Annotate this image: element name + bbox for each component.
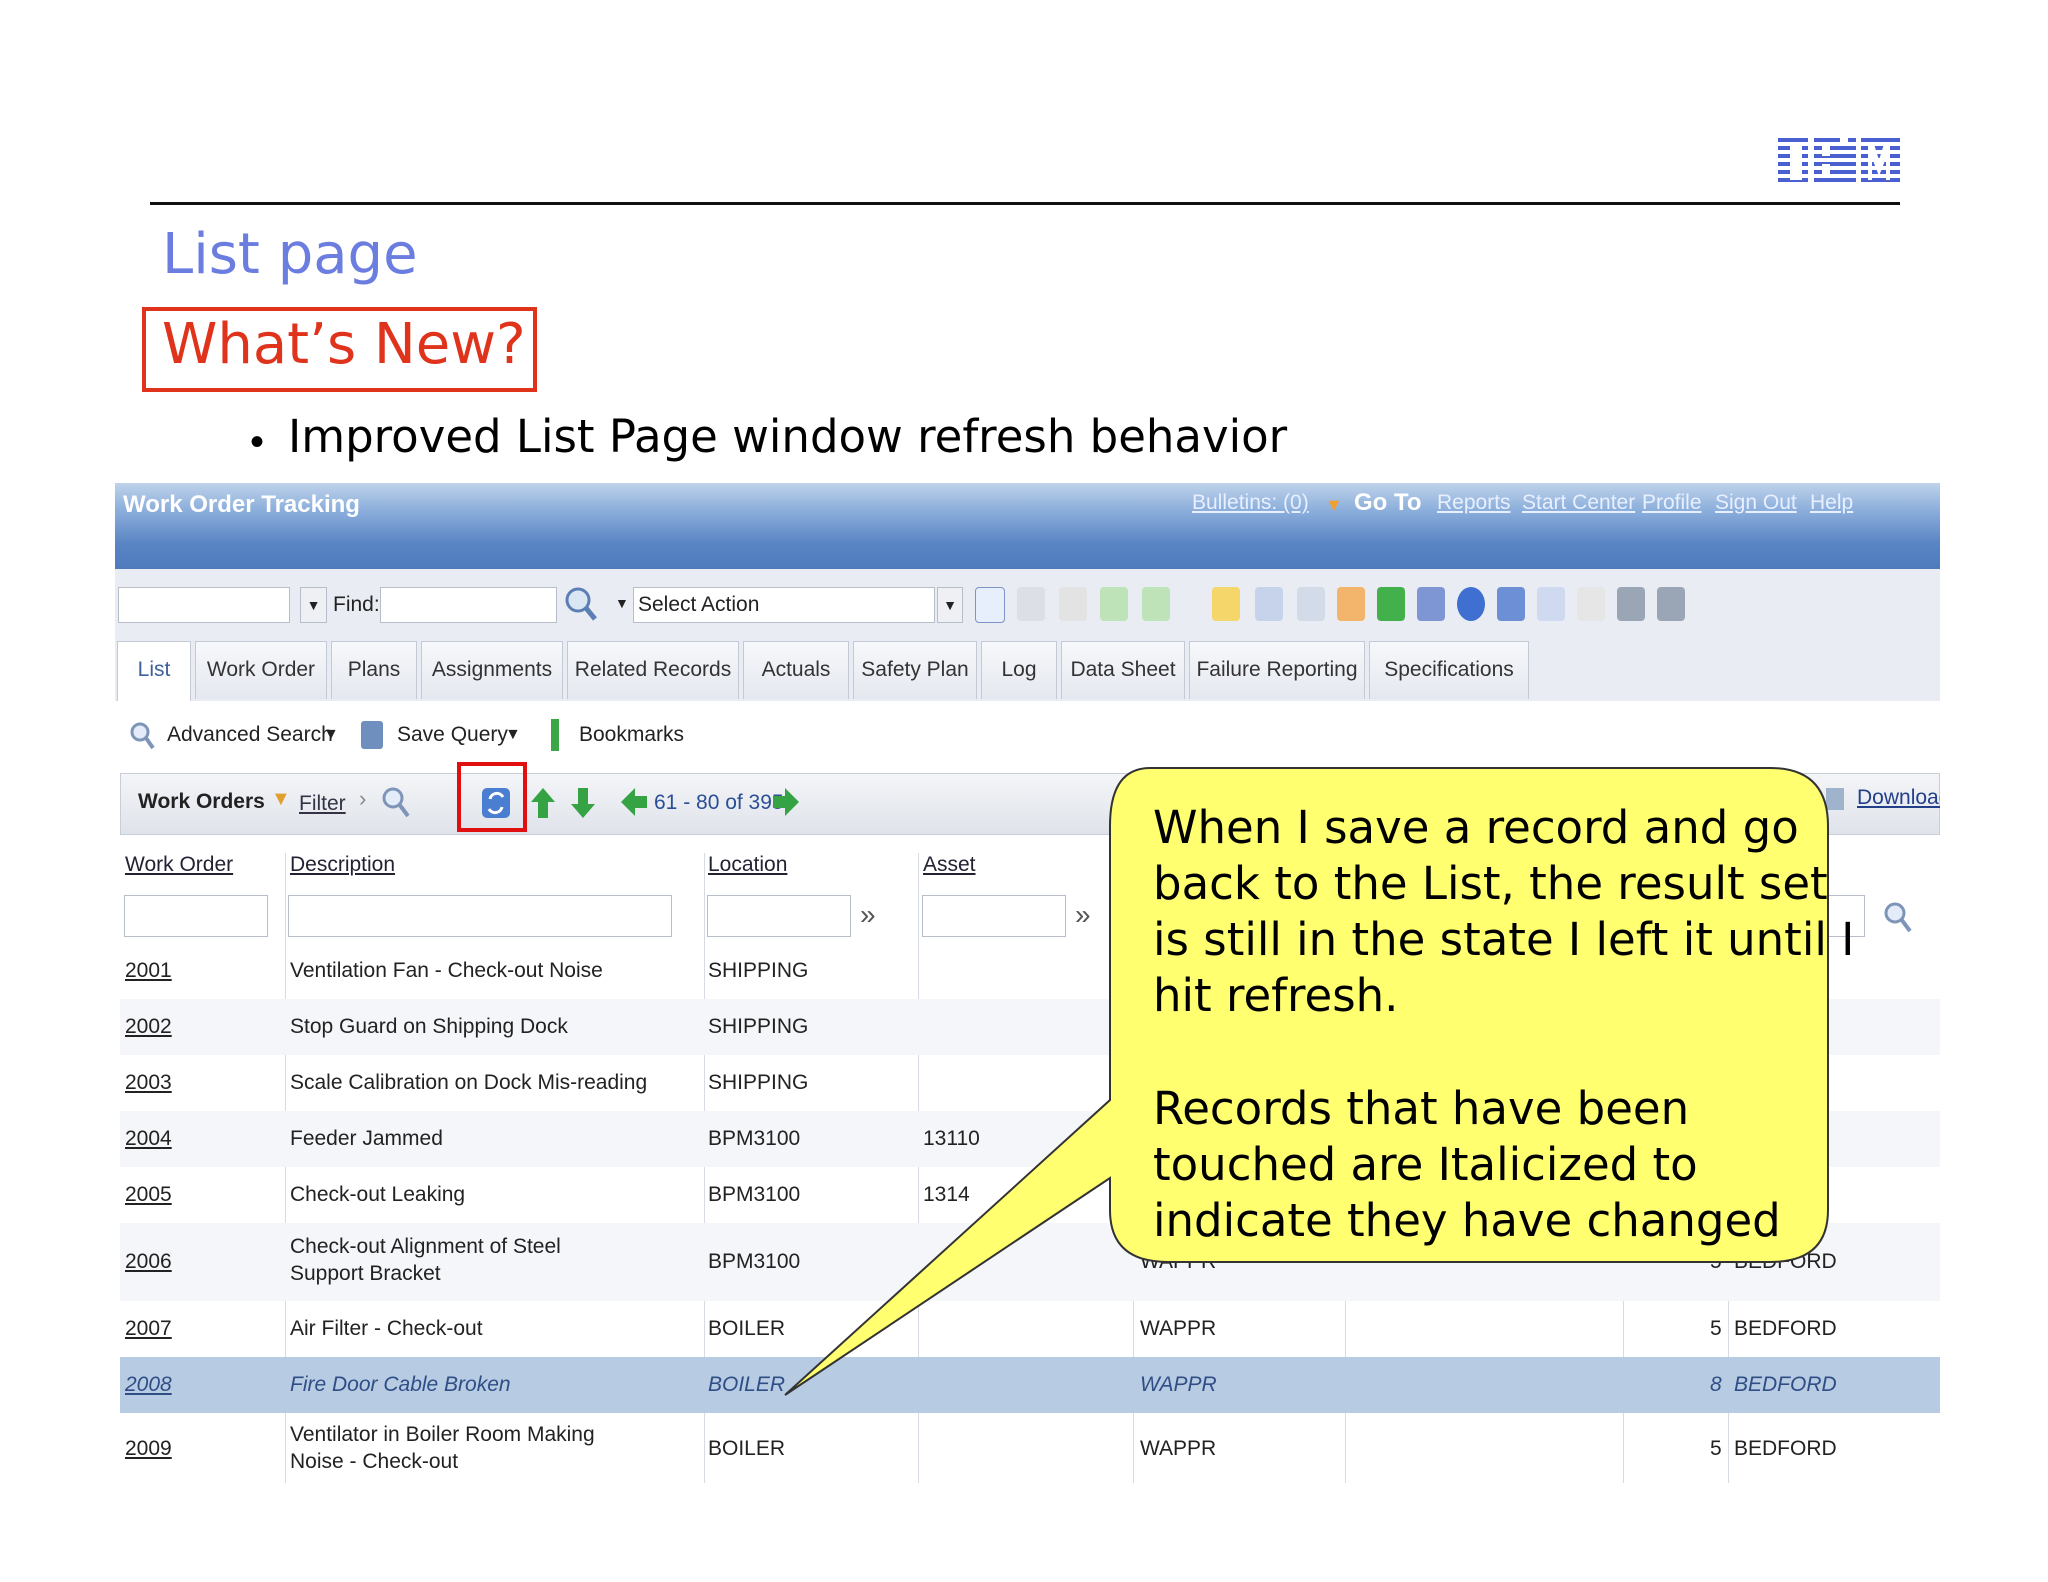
callout-line: When I save a record and go: [1153, 801, 1799, 854]
callout-line: touched are Italicized to: [1153, 1138, 1698, 1191]
callout-line: Records that have been: [1153, 1082, 1690, 1135]
callout-line: hit refresh.: [1153, 969, 1399, 1022]
callout-paragraph-2: Records that have been touched are Itali…: [1153, 1081, 1781, 1249]
callout-paragraph-1: When I save a record and go back to the …: [1153, 800, 1854, 1024]
callout-line: back to the List, the result set: [1153, 857, 1828, 910]
callout-line: indicate they have changed: [1153, 1194, 1781, 1247]
callout-line: is still in the state I left it until I: [1153, 913, 1855, 966]
callout-bubble: [784, 767, 1829, 1396]
